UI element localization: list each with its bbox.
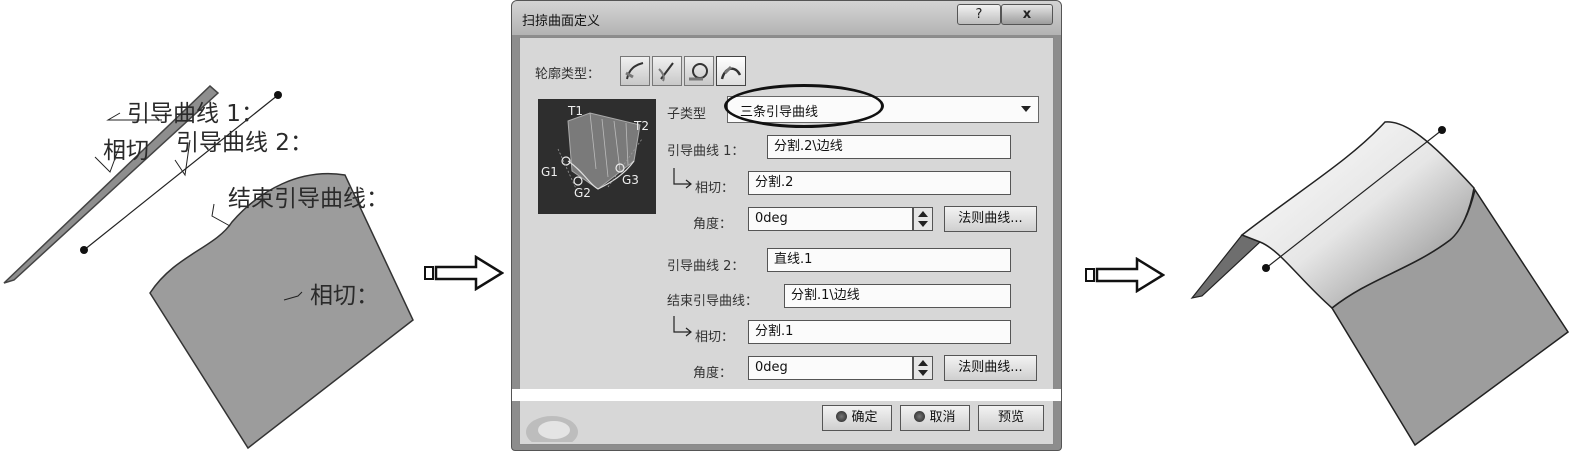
dialog-titlebar[interactable]: 扫掠曲面定义 ? x <box>512 1 1061 35</box>
preview-label-t2: T2 <box>633 119 649 133</box>
ok-label: 确定 <box>851 410 878 425</box>
preview-label-g3: G3 <box>622 173 639 187</box>
law-curve-1-button[interactable]: 法则曲线... <box>944 206 1037 232</box>
spin-down-icon[interactable] <box>918 370 928 376</box>
preview-label-t1: T1 <box>567 104 583 118</box>
end-guide-curve-label: 结束引导曲线： <box>667 294 759 309</box>
tangent-2-field[interactable]: 分割.1 <box>748 320 1011 344</box>
spin-down-icon[interactable] <box>918 221 928 227</box>
spin-up-icon[interactable] <box>918 211 928 217</box>
preview-label-g2: G2 <box>574 186 591 200</box>
cancel-label: 取消 <box>929 410 956 425</box>
conic-profile-icon <box>720 65 742 80</box>
preview-label-g1: G1 <box>541 165 558 179</box>
tangent-2-label: 相切： <box>695 330 735 345</box>
preview-button[interactable]: 预览 <box>978 405 1044 431</box>
tangent-surface-strip <box>1190 234 1262 299</box>
circle-profile-button[interactable] <box>684 56 714 86</box>
angle-1-label: 角度： <box>693 217 733 232</box>
dialog-title: 扫掠曲面定义 <box>522 14 601 29</box>
tangent-1-label: 相切： <box>695 181 735 196</box>
cancel-button[interactable]: 取消 <box>900 405 970 431</box>
app-logo-icon <box>526 416 578 442</box>
line-profile-button[interactable] <box>652 56 682 86</box>
chevron-down-icon <box>1021 106 1031 112</box>
right-arrow-icon <box>1085 257 1165 293</box>
result-sweep-surface <box>1190 121 1569 447</box>
dialog-body: 轮廓类型： T1 T2 G1 G2 G3 子类型 三条引导曲线 引导曲线 1： … <box>512 37 1061 445</box>
guide-curve-2-label: 引导曲线 2： <box>667 259 745 274</box>
spin-up-icon[interactable] <box>918 360 928 366</box>
guide-curve-1-label: 引导曲线 1： <box>667 144 745 159</box>
guide-line-endpoint <box>1438 126 1446 134</box>
ok-button[interactable]: 确定 <box>822 405 892 431</box>
guide-line-endpoint <box>80 246 88 254</box>
cancel-icon <box>914 411 926 422</box>
subtype-preview-image: T1 T2 G1 G2 G3 <box>538 99 656 214</box>
circle-profile-icon <box>689 63 708 81</box>
guide-curve-2-field[interactable]: 直线.1 <box>767 248 1011 272</box>
subtype-label: 子类型 <box>667 107 707 122</box>
angle-2-label: 角度： <box>693 366 733 381</box>
sweep-surface-dialog: 扫掠曲面定义 ? x 轮廓类型： T1 T2 G1 G2 G3 子类型 三条引导… <box>511 0 1062 451</box>
close-button[interactable]: x <box>1001 4 1053 25</box>
annotation-tangent-top: 相切 <box>103 138 149 164</box>
help-button[interactable]: ? <box>957 4 1001 25</box>
law-curve-2-button[interactable]: 法则曲线... <box>944 355 1037 381</box>
guide-line-endpoint <box>274 91 282 99</box>
tangent-indent-arrow-icon <box>673 316 692 337</box>
subtype-highlight-ellipse <box>724 84 884 128</box>
line-profile-icon <box>658 62 674 82</box>
conic-profile-button[interactable] <box>716 56 746 86</box>
profile-type-label: 轮廓类型： <box>535 67 601 82</box>
guide-curve-1-field[interactable]: 分割.2\边线 <box>767 135 1011 159</box>
guide-line-endpoint <box>1262 264 1270 272</box>
tangent-1-field[interactable]: 分割.2 <box>748 171 1011 195</box>
divider-band <box>512 389 1061 401</box>
angle-2-field[interactable]: 0deg <box>748 356 913 380</box>
annotation-end-guide-curve: 结束引导曲线： <box>228 186 389 212</box>
annotation-guide-curve-2: 引导曲线 2： <box>176 130 313 156</box>
explicit-profile-icon <box>625 62 644 80</box>
angle-1-field[interactable]: 0deg <box>748 207 913 231</box>
support-surface <box>149 173 414 450</box>
explicit-profile-button[interactable] <box>620 56 650 86</box>
tangent-indent-arrow-icon <box>673 168 692 189</box>
angle-2-spinner[interactable] <box>913 356 933 380</box>
left-input-geometry <box>3 84 414 450</box>
right-arrow-icon <box>424 255 504 291</box>
ok-icon <box>836 411 848 422</box>
end-guide-curve-field[interactable]: 分割.1\边线 <box>784 284 1011 308</box>
angle-1-spinner[interactable] <box>913 207 933 231</box>
annotation-tangent-bottom: 相切： <box>310 283 379 309</box>
